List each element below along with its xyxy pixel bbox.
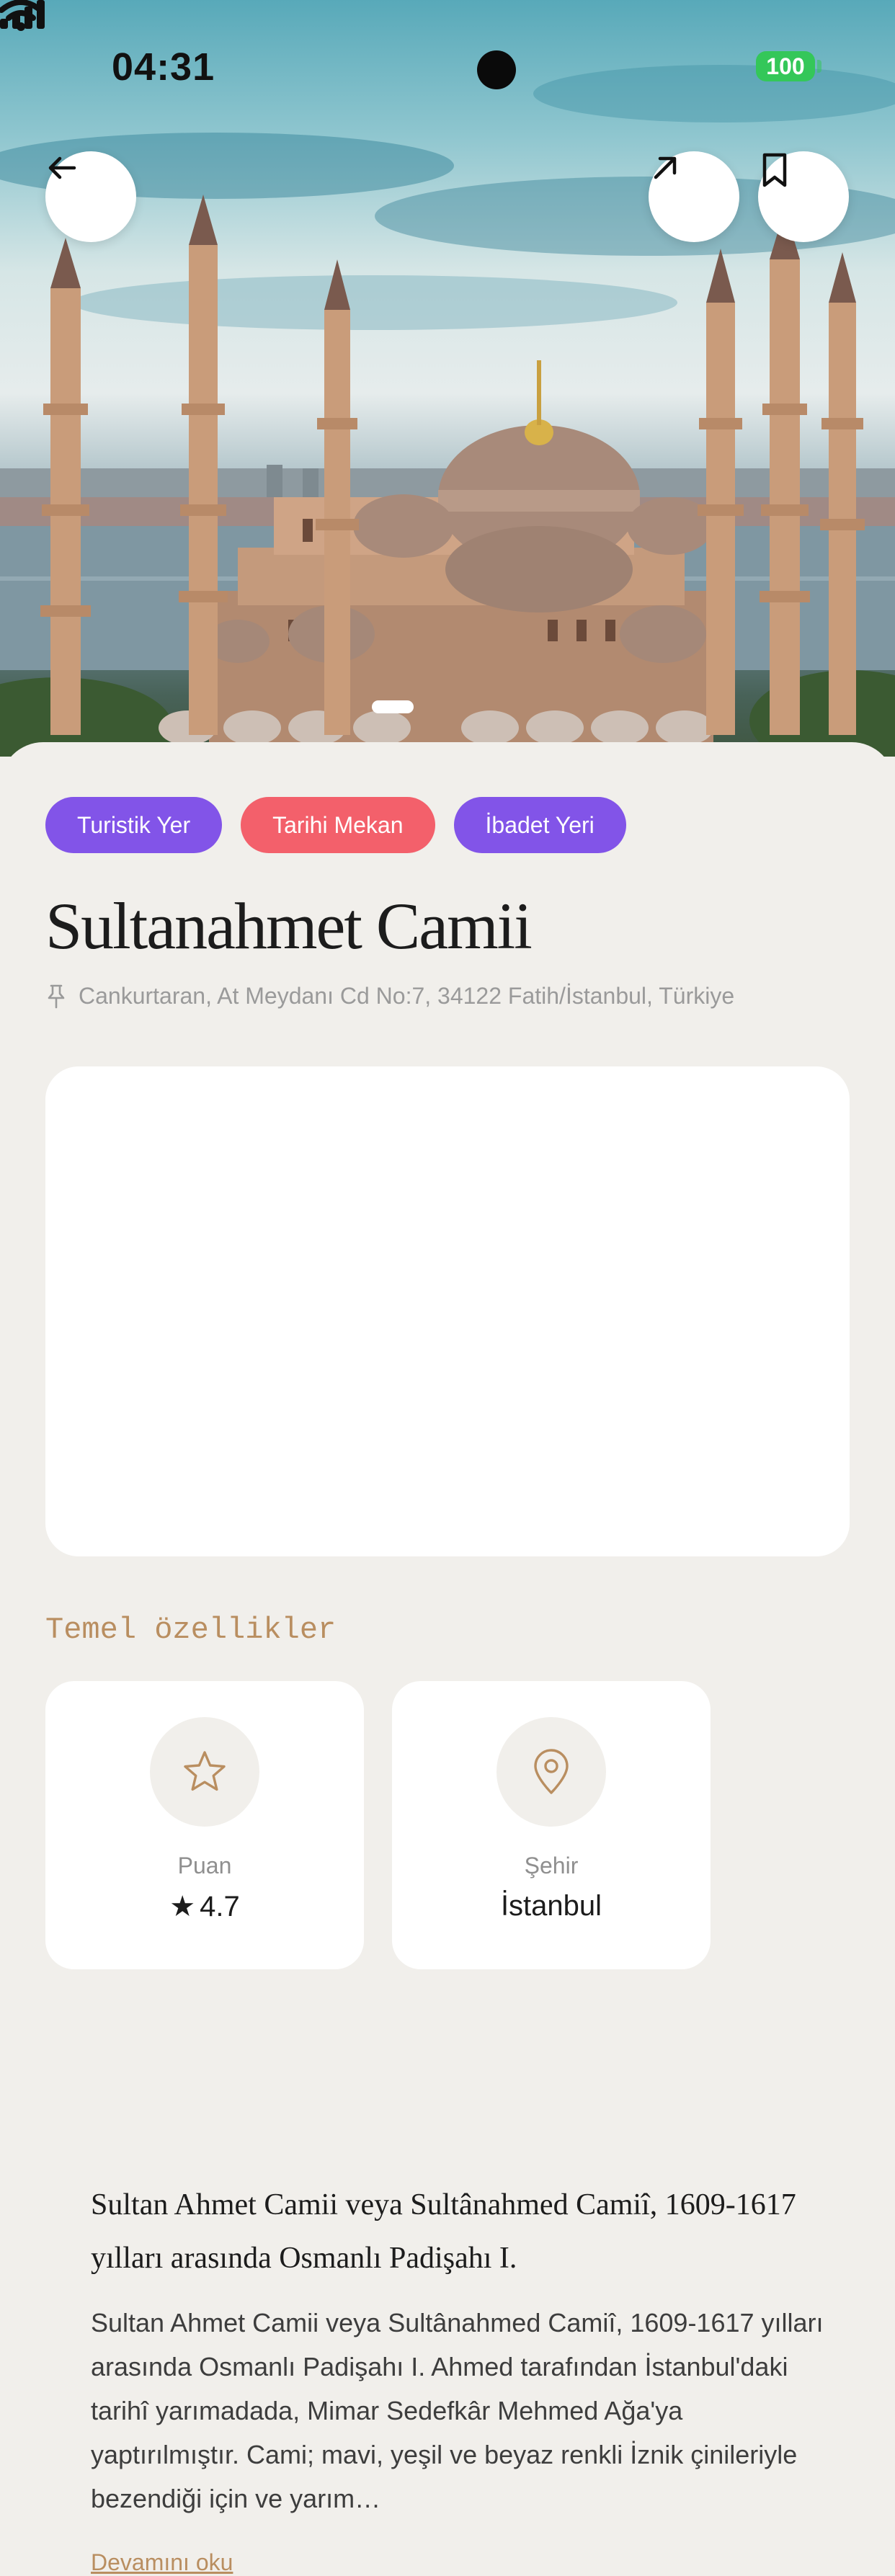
- description-card: Sultan Ahmet Camii veya Sultânahmed Cami…: [45, 1066, 850, 2575]
- tag-ibadet-yeri[interactable]: İbadet Yeri: [453, 797, 626, 853]
- image-pager-indicator[interactable]: [372, 700, 414, 713]
- bookmark-button[interactable]: [758, 151, 849, 242]
- share-button[interactable]: [649, 151, 739, 242]
- feature-label: Şehir: [524, 1853, 579, 1878]
- location-pin-icon: [534, 1749, 569, 1794]
- wifi-icon: [0, 0, 42, 31]
- status-time: 04:31: [112, 45, 215, 89]
- description-body: Sultan Ahmet Camii veya Sultânahmed Cami…: [91, 2308, 824, 2513]
- address-row: Cankurtaran, At Meydanı Cd No:7, 34122 F…: [45, 983, 734, 1010]
- pin-icon: [48, 984, 65, 1008]
- address-text: Cankurtaran, At Meydanı Cd No:7, 34122 F…: [79, 983, 735, 1009]
- star-icon: [184, 1751, 226, 1791]
- tag-tarihi-mekan[interactable]: Tarihi Mekan: [241, 797, 435, 853]
- arrow-up-right-icon: [654, 156, 677, 179]
- read-more-link[interactable]: Devamını oku: [91, 2549, 233, 2576]
- back-button[interactable]: [45, 151, 136, 242]
- rating-star-glyph: ★: [169, 1891, 196, 1922]
- feature-value-rating: ★ 4.7: [45, 1890, 364, 1923]
- place-title: Sultanahmet Camii: [45, 889, 533, 963]
- mosque-photo: [0, 65, 895, 757]
- feature-value-city: İstanbul: [500, 1890, 602, 1922]
- feature-label: Puan: [177, 1853, 232, 1878]
- features-section-title: Temel özellikler: [45, 1613, 337, 1647]
- hero-image: 04:31 100: [0, 0, 895, 757]
- battery-tip: [817, 60, 821, 73]
- arrow-left-icon: [48, 156, 76, 179]
- battery-indicator: 100: [756, 51, 815, 81]
- feature-icon-wrap: [150, 1717, 259, 1827]
- bookmark-icon: [762, 153, 787, 187]
- front-camera: [477, 50, 516, 89]
- description-lead: Sultan Ahmet Camii veya Sultânahmed Cami…: [91, 2188, 796, 2275]
- feature-card-rating[interactable]: Puan ★ 4.7: [45, 1681, 364, 1969]
- feature-card-city[interactable]: Şehir İstanbul: [392, 1681, 711, 1969]
- category-tags: Turistik Yer Tarihi Mekan İbadet Yeri: [45, 797, 626, 853]
- tag-turistik-yer[interactable]: Turistik Yer: [45, 797, 223, 853]
- rating-value: 4.7: [200, 1891, 240, 1922]
- feature-icon-wrap: [497, 1717, 606, 1827]
